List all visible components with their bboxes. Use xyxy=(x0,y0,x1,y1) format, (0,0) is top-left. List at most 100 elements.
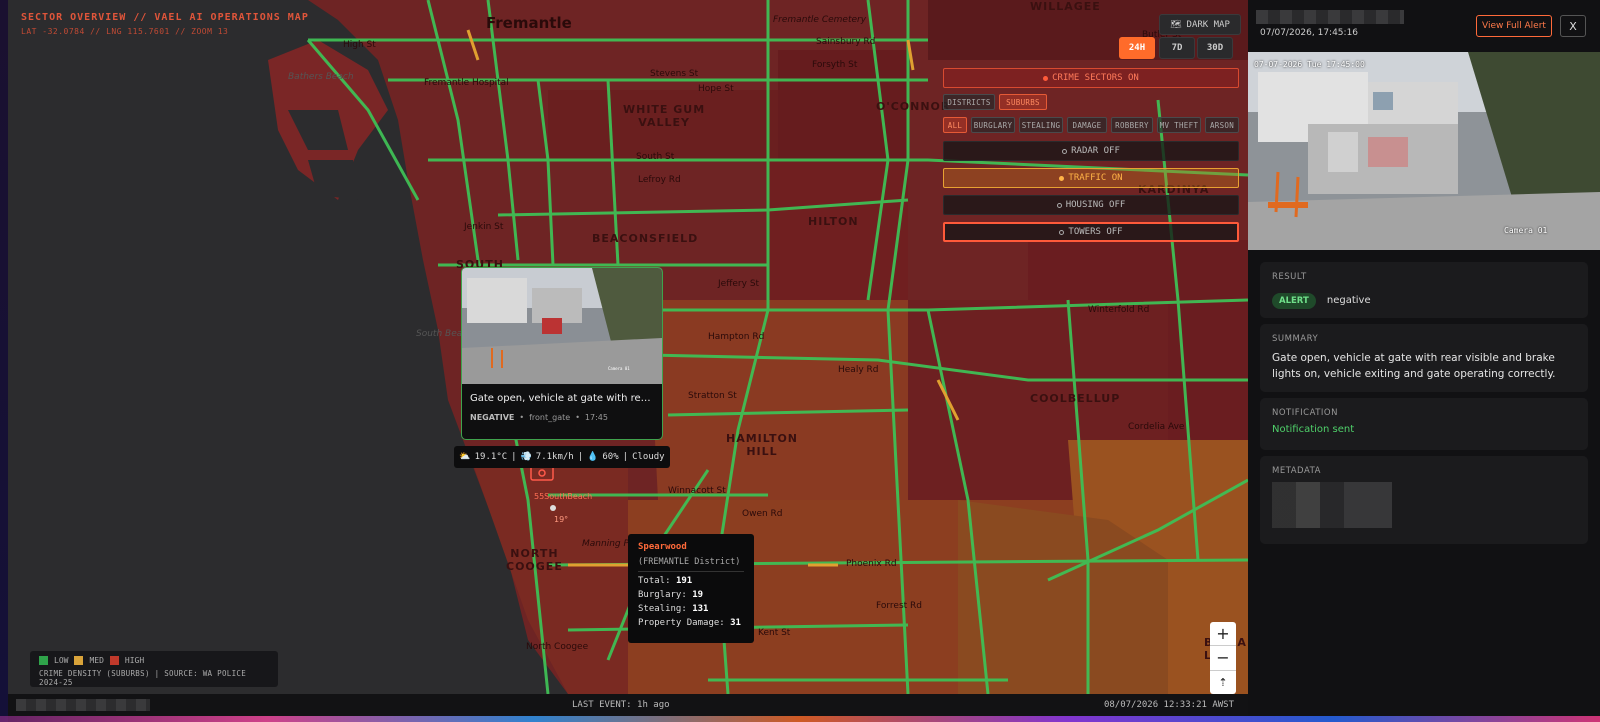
street-label: Cordelia Ave xyxy=(1128,422,1185,432)
radar-toggle[interactable]: RADAR OFF xyxy=(943,141,1239,161)
popup-meta: NEGATIVE • front_gate • 17:45 xyxy=(470,413,608,422)
housing-toggle[interactable]: HOUSING OFF xyxy=(943,195,1239,215)
redacted-text xyxy=(16,699,150,711)
legend-med-label: MED xyxy=(89,656,104,665)
street-label: Lefroy Rd xyxy=(638,175,681,185)
separator: | xyxy=(577,452,584,462)
zoom-in-button[interactable]: + xyxy=(1210,622,1236,647)
street-label: Fremantle Cemetery xyxy=(773,15,867,25)
map-coordinates: LAT -32.0784 // LNG 115.7601 // ZOOM 13 xyxy=(21,27,229,36)
legend-high-label: HIGH xyxy=(124,656,145,665)
street-label: Sainsbury Rd xyxy=(816,37,876,47)
category-burglary[interactable]: BURGLARY xyxy=(971,117,1015,133)
zoom-out-button[interactable]: − xyxy=(1210,646,1236,671)
category-robbery[interactable]: ROBBERY xyxy=(1111,117,1153,133)
street-label: Jenkin St xyxy=(464,222,504,232)
legend-source: CRIME DENSITY (SUBURBS) | SOURCE: WA POL… xyxy=(39,669,247,687)
scope-suburbs[interactable]: SUBURBS xyxy=(999,94,1047,110)
redacted-title xyxy=(1256,10,1404,24)
street-label: Winterfold Rd xyxy=(1088,305,1150,315)
tooltip-stealing-value: 131 xyxy=(692,604,709,614)
weather-humidity: 60% xyxy=(602,452,619,462)
map-label-white-gum-valley: WHITE GUM VALLEY xyxy=(623,103,706,129)
notification-status: Notification sent xyxy=(1272,424,1355,435)
alert-datetime: 07/07/2026, 17:45:16 xyxy=(1260,28,1359,38)
event-thumbnail: Camera 01 xyxy=(462,268,662,384)
operations-map[interactable]: Fremantle WHITE GUM VALLEY BEACONSFIELD … xyxy=(8,0,1248,694)
notification-label: NOTIFICATION xyxy=(1272,408,1338,418)
dark-map-button[interactable]: 🗺 DARK MAP xyxy=(1159,14,1241,35)
housing-label: HOUSING OFF xyxy=(1065,200,1126,210)
street-label: South St xyxy=(636,152,675,162)
tooltip-stealing-label: Stealing: xyxy=(638,604,687,614)
map-label-hilton: HILTON xyxy=(808,215,859,228)
radar-label: RADAR OFF xyxy=(1071,146,1120,156)
category-damage[interactable]: DAMAGE xyxy=(1067,117,1107,133)
weather-bar: ⛅ 19.1°C | 💨 7.1km/h | 💧 60% | Cloudy xyxy=(454,446,670,468)
tooltip-burglary-label: Burglary: xyxy=(638,590,687,600)
camera-label: Camera 01 xyxy=(1504,226,1548,235)
summary-label: SUMMARY xyxy=(1272,334,1319,344)
result-card: RESULT ALERT negative xyxy=(1260,262,1588,318)
event-popup-card[interactable]: Camera 01 Gate open, vehicle at gate wit… xyxy=(461,267,663,440)
street-label: Jeffery St xyxy=(718,279,760,289)
result-value: negative xyxy=(1326,295,1371,306)
tooltip-burglary-value: 19 xyxy=(692,590,704,600)
street-label: Stratton St xyxy=(688,391,737,401)
legend-low-label: LOW xyxy=(54,656,69,665)
map-label-willagee: WILLAGEE xyxy=(1030,0,1101,13)
street-label: North Coogee xyxy=(526,642,589,652)
street-label: Hope St xyxy=(698,84,734,94)
category-arson[interactable]: ARSON xyxy=(1205,117,1239,133)
street-label: Fremantle Hospital xyxy=(424,78,509,88)
category-mv-theft[interactable]: MV THEFT xyxy=(1157,117,1201,133)
scope-districts[interactable]: DISTRICTS xyxy=(943,94,995,110)
time-range-30d[interactable]: 30D xyxy=(1197,37,1233,59)
alert-badge: ALERT xyxy=(1272,293,1316,309)
tooltip-suburb-name: Spearwood xyxy=(638,542,687,552)
street-label: Manning Pk xyxy=(582,539,635,549)
tooltip-damage: Property Damage: 31 xyxy=(638,618,744,628)
weather-condition: Cloudy xyxy=(632,452,665,462)
camera-marker-label[interactable]: 55SouthBeach xyxy=(534,492,592,501)
category-stealing[interactable]: STEALING xyxy=(1019,117,1063,133)
popup-camera: front_gate xyxy=(529,413,571,422)
street-label: Forrest Rd xyxy=(876,601,922,611)
map-label-hamilton-hill: HAMILTON HILL xyxy=(726,432,799,458)
popup-description: Gate open, vehicle at gate with rear vi.… xyxy=(470,393,656,404)
street-label: Kent St xyxy=(758,628,791,638)
category-all[interactable]: ALL xyxy=(943,117,967,133)
alert-detail-panel: 07/07/2026, 17:45:16 View Full Alert X 0… xyxy=(1248,0,1600,716)
camera-timestamp: 07-07-2026 Tue 17:45:00 xyxy=(1254,60,1365,69)
notification-card: NOTIFICATION Notification sent xyxy=(1260,398,1588,450)
legend-low-swatch xyxy=(39,656,48,665)
map-label-oconnor: O'CONNOR xyxy=(876,100,951,113)
crime-sectors-toggle[interactable]: CRIME SECTORS ON xyxy=(943,68,1239,88)
time-range-7d[interactable]: 7D xyxy=(1159,37,1195,59)
zoom-controls: + − ⇡ xyxy=(1210,622,1236,694)
legend-med-swatch xyxy=(74,656,84,665)
separator-dot: • xyxy=(519,413,525,422)
wind-icon: 💨 xyxy=(520,452,532,462)
map-title: SECTOR OVERVIEW // VAEL AI OPERATIONS MA… xyxy=(21,12,309,23)
status-bar: LAST EVENT: 1h ago 08/07/2026 12:33:21 A… xyxy=(8,694,1248,716)
towers-label: TOWERS OFF xyxy=(1068,227,1123,237)
close-button[interactable]: X xyxy=(1560,15,1586,37)
status-dot-icon xyxy=(1059,175,1065,181)
traffic-label: TRAFFIC ON xyxy=(1068,173,1123,183)
view-full-alert-button[interactable]: View Full Alert xyxy=(1476,15,1552,37)
tooltip-damage-value: 31 xyxy=(730,618,741,628)
dark-map-label: DARK MAP xyxy=(1186,19,1230,30)
status-dot-icon xyxy=(1056,202,1062,208)
time-range-24h[interactable]: 24H xyxy=(1119,37,1155,59)
separator: | xyxy=(622,452,629,462)
street-label: Healy Rd xyxy=(838,365,879,375)
suburb-tooltip: Spearwood (FREMANTLE District) Total: 19… xyxy=(628,534,754,643)
towers-toggle[interactable]: TOWERS OFF xyxy=(943,222,1239,242)
weather-temp: 19.1°C xyxy=(474,452,508,462)
last-event: LAST EVENT: 1h ago xyxy=(572,700,670,710)
cloud-sun-icon: ⛅ xyxy=(459,452,471,462)
camera-snapshot[interactable] xyxy=(1248,52,1600,250)
reset-bearing-button[interactable]: ⇡ xyxy=(1210,671,1236,694)
traffic-toggle[interactable]: TRAFFIC ON xyxy=(943,168,1239,188)
